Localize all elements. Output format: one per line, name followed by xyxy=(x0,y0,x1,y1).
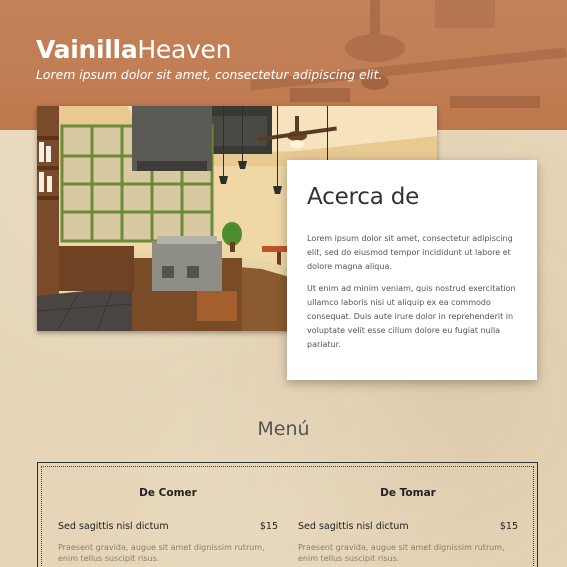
menu-item-name: Sed sagittis nisl dictum xyxy=(58,521,169,532)
menu-column-food: De Comer Sed sagittis nisl dictum $15 Pr… xyxy=(58,487,278,564)
menu-item-price: $15 xyxy=(499,521,518,532)
menu-item-description: Praesent gravida, augue sit amet digniss… xyxy=(58,543,265,563)
menu-title: Menú xyxy=(257,418,310,440)
brand-regular-text: Heaven xyxy=(137,35,232,64)
menu-box: De Comer Sed sagittis nisl dictum $15 Pr… xyxy=(37,462,538,567)
menu-item-price: $15 xyxy=(259,521,278,532)
menu-column-heading: De Comer xyxy=(139,487,197,499)
about-title: Acerca de xyxy=(307,184,420,210)
about-paragraph-1: Lorem ipsum dolor sit amet, consectetur … xyxy=(307,234,513,271)
menu-column-drinks: De Tomar Sed sagittis nisl dictum $15 Pr… xyxy=(298,487,518,564)
menu-inner-frame: De Comer Sed sagittis nisl dictum $15 Pr… xyxy=(41,466,534,567)
menu-item: Sed sagittis nisl dictum $15 xyxy=(58,521,278,532)
menu-item: Sed sagittis nisl dictum $15 xyxy=(298,521,518,532)
menu-column-heading: De Tomar xyxy=(380,487,436,499)
about-paragraph-2: Ut enim ad minim veniam, quis nostrud ex… xyxy=(307,284,516,349)
brand-bold-text: Vainilla xyxy=(36,35,138,64)
site-logo[interactable]: VainillaHeaven xyxy=(36,35,231,64)
menu-item-name: Sed sagittis nisl dictum xyxy=(298,521,409,532)
site-tagline: Lorem ipsum dolor sit amet, consectetur … xyxy=(36,67,383,82)
about-card: Acerca de Lorem ipsum dolor sit amet, co… xyxy=(287,160,537,380)
menu-item-description: Praesent gravida, augue sit amet digniss… xyxy=(298,543,505,563)
